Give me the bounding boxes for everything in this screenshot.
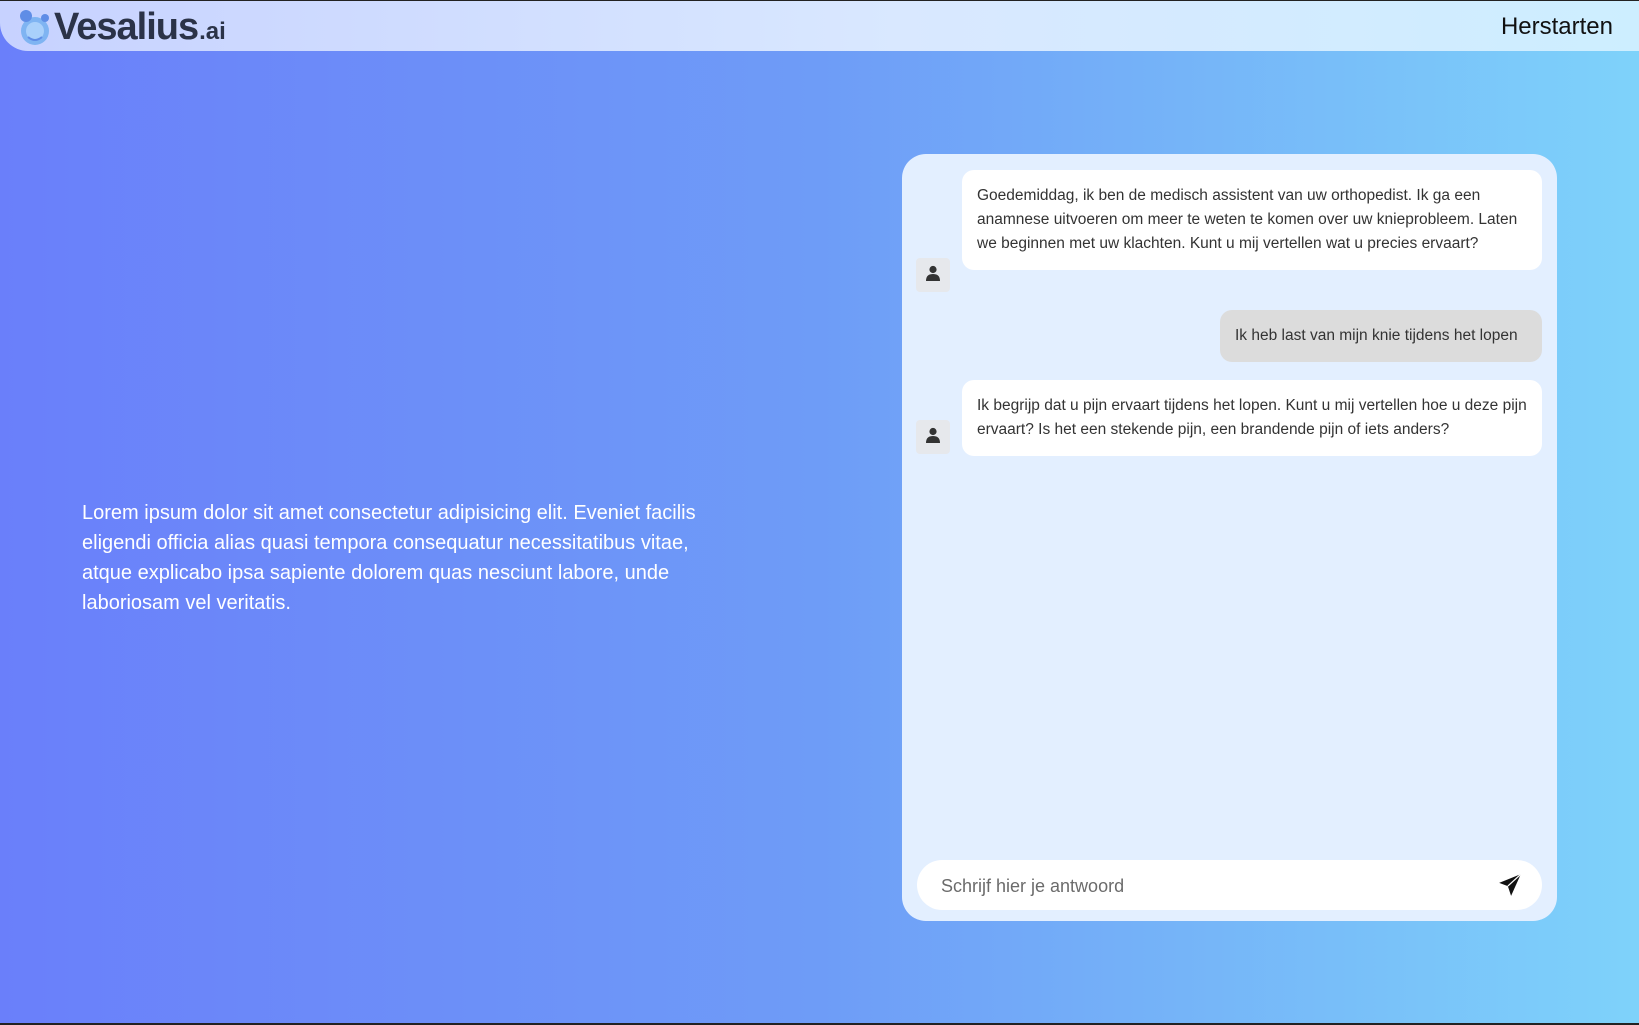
user-icon (925, 427, 941, 448)
assistant-message: Goedemiddag, ik ben de medisch assistent… (962, 170, 1542, 270)
chat-panel: Goedemiddag, ik ben de medisch assistent… (902, 154, 1557, 921)
logo-text: Vesalius (54, 6, 199, 48)
send-button[interactable] (1496, 872, 1524, 900)
user-icon (925, 265, 941, 286)
logo-mark-icon (18, 7, 52, 47)
paper-plane-icon (1497, 873, 1523, 901)
assistant-message: Ik begrijp dat u pijn ervaart tijdens he… (962, 380, 1542, 456)
chat-input-container (917, 860, 1542, 912)
assistant-avatar (916, 420, 950, 454)
logo-suffix: .ai (199, 18, 226, 45)
user-message: Ik heb last van mijn knie tijdens het lo… (1220, 310, 1542, 362)
top-bar: Vesalius .ai Herstarten (0, 1, 1639, 51)
assistant-avatar (916, 258, 950, 292)
logo[interactable]: Vesalius .ai (18, 7, 226, 47)
chat-input[interactable] (939, 860, 1483, 912)
intro-text: Lorem ipsum dolor sit amet consectetur a… (82, 502, 696, 614)
restart-button[interactable]: Herstarten (1501, 13, 1613, 41)
